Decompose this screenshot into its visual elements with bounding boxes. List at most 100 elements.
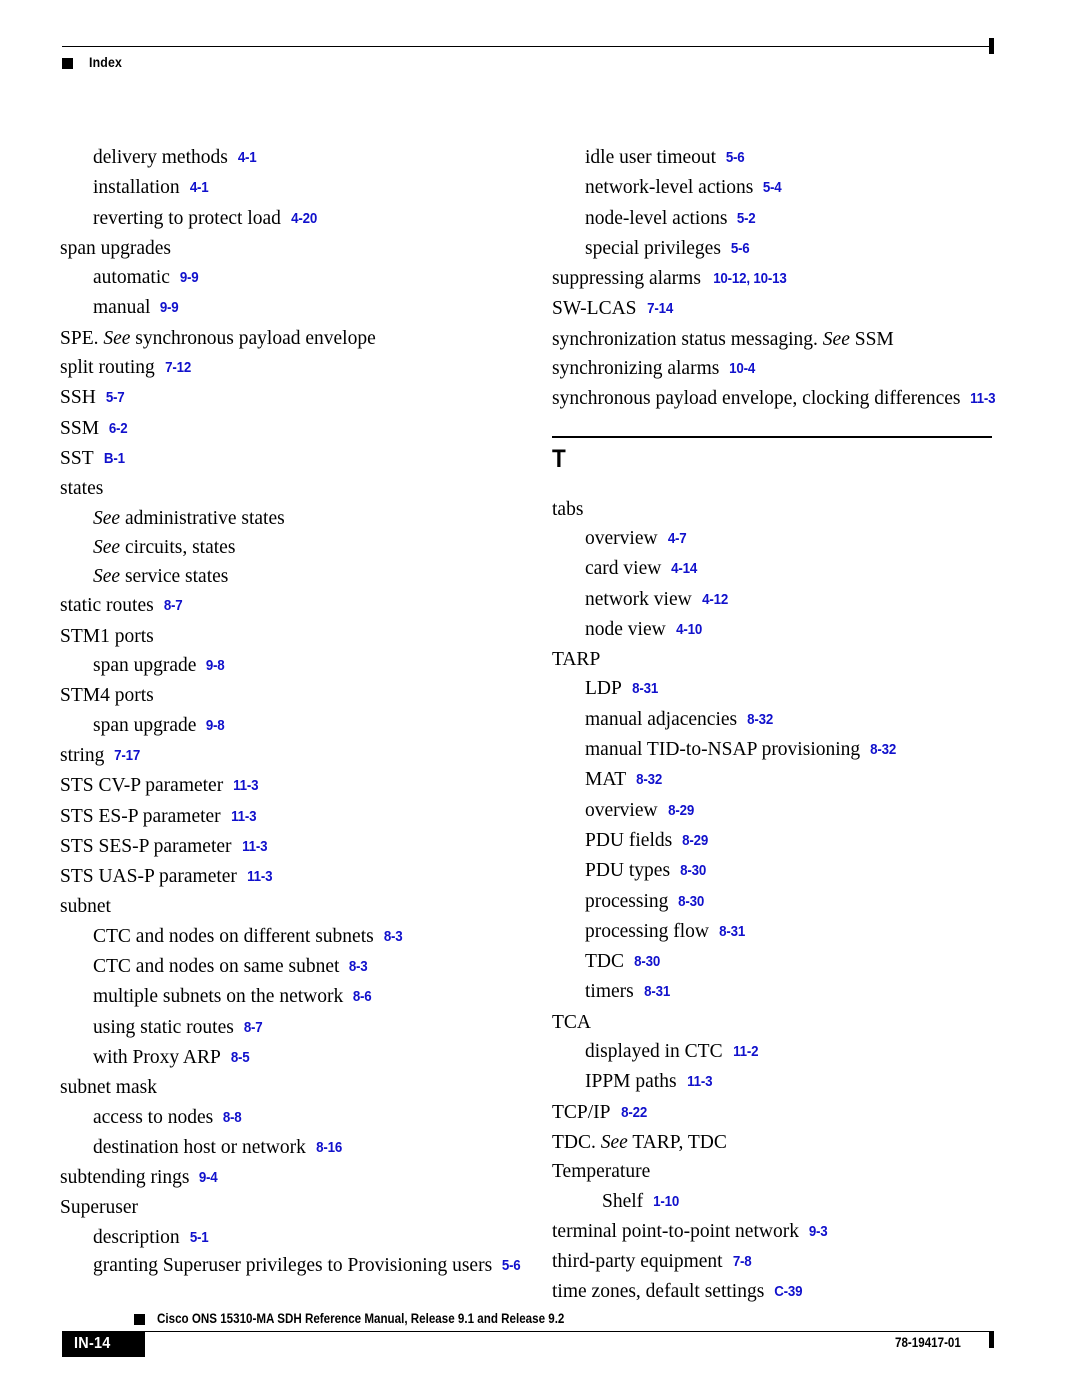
- index-entry-term: TARP: [552, 649, 601, 671]
- index-entry-term: SST: [60, 447, 94, 469]
- index-entry: SST B-1: [60, 444, 530, 474]
- index-page-reference[interactable]: B-1: [104, 445, 125, 474]
- index-page-reference[interactable]: 8-29: [668, 797, 694, 826]
- index-page-reference[interactable]: 8-8: [223, 1104, 242, 1133]
- index-page-reference[interactable]: 8-31: [632, 675, 658, 704]
- index-entry: node view 4-10: [552, 615, 1004, 645]
- index-entry-term: Superuser: [60, 1197, 138, 1219]
- index-entry-term: STS UAS-P parameter: [60, 866, 237, 888]
- index-page-reference[interactable]: 4-10: [676, 616, 702, 645]
- index-entry-term: synchronizing alarms: [552, 358, 720, 380]
- index-entry-term: synchronization status messaging.: [552, 328, 823, 350]
- index-page-reference[interactable]: 10-12, 10-13: [713, 265, 787, 294]
- index-page-reference[interactable]: 8-30: [680, 857, 706, 886]
- index-page-reference[interactable]: 8-6: [353, 983, 372, 1012]
- index-page-reference[interactable]: 9-8: [206, 652, 225, 681]
- index-page-reference[interactable]: 5-6: [731, 235, 750, 264]
- index-entry-term: installation: [93, 177, 180, 199]
- index-page-reference[interactable]: 8-32: [747, 706, 773, 735]
- page-number-label: IN-14: [74, 1335, 111, 1352]
- index-page-reference[interactable]: 7-12: [165, 354, 191, 383]
- index-entry-term: TCP/IP: [552, 1101, 611, 1123]
- index-page-reference[interactable]: 4-14: [671, 555, 697, 584]
- index-entry: SW-LCAS 7-14: [552, 294, 1004, 324]
- index-page-reference[interactable]: 8-3: [384, 923, 403, 952]
- index-page-reference[interactable]: 5-2: [737, 205, 756, 234]
- index-page-reference[interactable]: 8-30: [634, 948, 660, 977]
- index-page-reference[interactable]: 8-5: [231, 1044, 250, 1073]
- index-cross-reference-see: See: [103, 327, 131, 349]
- index-entry-term: manual TID-to-NSAP provisioning: [585, 739, 861, 761]
- footer-rule: [62, 1331, 992, 1332]
- index-page-reference[interactable]: 7-14: [647, 295, 673, 324]
- index-entry-term: delivery methods: [93, 147, 228, 168]
- index-page-reference[interactable]: 4-7: [667, 525, 686, 554]
- header-rule: [62, 46, 992, 47]
- index-entry: overview 8-29: [552, 796, 1004, 826]
- index-page-reference[interactable]: 8-22: [621, 1099, 647, 1128]
- index-page-reference[interactable]: 8-32: [870, 736, 896, 765]
- index-page-reference[interactable]: 9-8: [206, 712, 225, 741]
- index-page-reference[interactable]: 5-1: [189, 1224, 208, 1253]
- index-page-reference[interactable]: 4-1: [238, 144, 257, 173]
- index-cross-reference-target: synchronous payload envelope: [130, 327, 376, 349]
- index-page-reference[interactable]: 8-30: [679, 888, 705, 917]
- index-page-reference[interactable]: 11-2: [733, 1038, 758, 1067]
- index-page-reference[interactable]: 5-4: [763, 174, 782, 203]
- index-page-reference[interactable]: 5-6: [502, 1254, 521, 1279]
- index-cross-reference-see: See: [822, 328, 850, 350]
- index-entry-term: node-level actions: [585, 207, 728, 229]
- index-page-reference[interactable]: 9-9: [180, 264, 199, 293]
- index-page-reference[interactable]: 9-4: [199, 1164, 218, 1193]
- index-entry-term: subnet: [60, 896, 111, 918]
- index-page-reference[interactable]: 1-10: [653, 1188, 679, 1217]
- index-entry: See service states: [60, 562, 530, 591]
- index-page-reference[interactable]: 8-7: [244, 1014, 263, 1043]
- index-page-reference[interactable]: 11-3: [687, 1068, 712, 1097]
- index-entry: using static routes 8-7: [60, 1013, 530, 1043]
- index-entry: STS ES-P parameter 11-3: [60, 802, 530, 832]
- index-entry-term: processing flow: [585, 920, 710, 942]
- black-square-icon: [62, 58, 73, 69]
- index-page-reference[interactable]: 5-7: [106, 384, 125, 413]
- index-page-reference[interactable]: 11-3: [233, 772, 258, 801]
- index-page-reference[interactable]: 7-17: [115, 742, 141, 771]
- index-page-reference[interactable]: 9-9: [160, 294, 179, 323]
- index-page-reference[interactable]: 4-12: [702, 586, 728, 615]
- index-entry-term: automatic: [93, 267, 170, 289]
- index-entry-term: STS CV-P parameter: [60, 775, 224, 797]
- index-entry: manual TID-to-NSAP provisioning 8-32: [552, 735, 1004, 765]
- index-entry: granting Superuser privileges to Provisi…: [60, 1253, 530, 1279]
- index-page-reference[interactable]: 8-3: [349, 953, 368, 982]
- index-page-reference[interactable]: 11-3: [247, 863, 272, 892]
- index-page-reference[interactable]: 8-29: [682, 827, 708, 856]
- index-page-reference[interactable]: 11-3: [242, 833, 267, 862]
- index-page-reference[interactable]: 4-20: [291, 205, 317, 234]
- index-entry-term: CTC and nodes on different subnets: [93, 925, 374, 947]
- footer-document-number: 78-19417-01: [895, 1335, 961, 1350]
- index-entry-term: STM1 ports: [60, 625, 154, 647]
- index-page-reference[interactable]: 8-31: [644, 978, 670, 1007]
- index-page-reference[interactable]: 5-6: [726, 144, 745, 173]
- index-page-reference[interactable]: 9-3: [809, 1218, 828, 1247]
- index-page-reference[interactable]: 8-7: [164, 592, 183, 621]
- index-entry-term: SSH: [60, 387, 96, 409]
- index-page-reference[interactable]: 8-16: [316, 1134, 342, 1163]
- index-cross-reference-target: administrative states: [120, 507, 285, 529]
- index-page-reference[interactable]: 7-8: [732, 1248, 751, 1277]
- index-entry: STS UAS-P parameter 11-3: [60, 862, 530, 892]
- index-page-reference[interactable]: 11-3: [971, 385, 996, 414]
- index-page-reference[interactable]: 6-2: [109, 415, 128, 444]
- index-entry-term: SW-LCAS: [552, 298, 637, 320]
- index-entry: Superuser: [60, 1193, 530, 1222]
- index-page-reference[interactable]: 10-4: [729, 355, 755, 384]
- index-entry-term: STS SES-P parameter: [60, 835, 232, 857]
- index-entry-term: MAT: [585, 769, 627, 791]
- index-page-reference[interactable]: 8-32: [636, 766, 662, 795]
- index-entry-term: using static routes: [93, 1016, 234, 1038]
- index-page-reference[interactable]: 11-3: [231, 803, 256, 832]
- index-page-reference[interactable]: 4-1: [189, 174, 208, 203]
- index-entry-term: TDC.: [552, 1131, 601, 1153]
- index-page-reference[interactable]: 8-31: [719, 918, 745, 947]
